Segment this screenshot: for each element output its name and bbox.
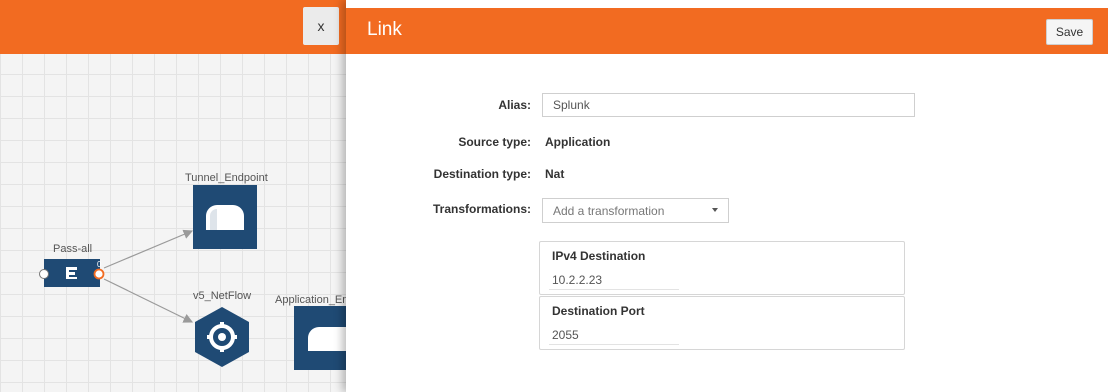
port-count: 0 [97,260,102,269]
save-button[interactable]: Save [1046,19,1093,45]
pass-all-node[interactable] [44,259,100,287]
transformation-title: IPv4 Destination [552,249,646,263]
caret-down-icon [712,208,718,212]
link-connector[interactable] [103,278,194,323]
node-label-tunnel-endpoint: Tunnel_Endpoint [185,172,268,184]
link-panel: Link Save Alias: Source type: Applicatio… [346,0,1108,392]
output-port[interactable] [93,268,105,280]
panel-header: Link Save [346,8,1108,54]
destination-port-input[interactable] [549,325,679,345]
destination-type-label: Destination type: [433,167,531,181]
node-label-pass-all: Pass-all [53,243,93,255]
transformations-label: Transformations: [432,202,531,216]
node-label-application-endpoint: Application_En [275,294,346,306]
transformation-card-ipv4-destination: IPv4 Destination [539,241,905,295]
add-transformation-dropdown[interactable]: Add a transformation [542,198,729,223]
alias-input[interactable] [542,93,915,117]
destination-type-value: Nat [545,167,565,181]
node-label-v5-netflow: v5_NetFlow [193,290,252,302]
add-transformation-placeholder: Add a transformation [553,203,665,218]
source-type-label: Source type: [458,135,531,149]
filter-icon [66,267,77,279]
panel-title: Link [367,19,402,40]
v5-netflow-node[interactable] [193,306,251,368]
source-type-value: Application [545,135,611,149]
tunnel-endpoint-node[interactable] [193,185,257,249]
link-connector[interactable] [103,229,194,269]
transformation-card-destination-port: Destination Port [539,296,905,350]
tunnel-icon [206,205,244,230]
application-endpoint-node[interactable] [294,306,346,370]
alias-label: Alias: [498,98,531,112]
tunnel-icon [308,327,346,351]
topology-canvas[interactable]: x Pass-all 0 Tunnel_Endpoint v5_NetFlow … [0,0,346,392]
ipv4-destination-input[interactable] [549,270,679,290]
transformation-title: Destination Port [552,304,645,318]
input-port[interactable] [38,268,50,280]
